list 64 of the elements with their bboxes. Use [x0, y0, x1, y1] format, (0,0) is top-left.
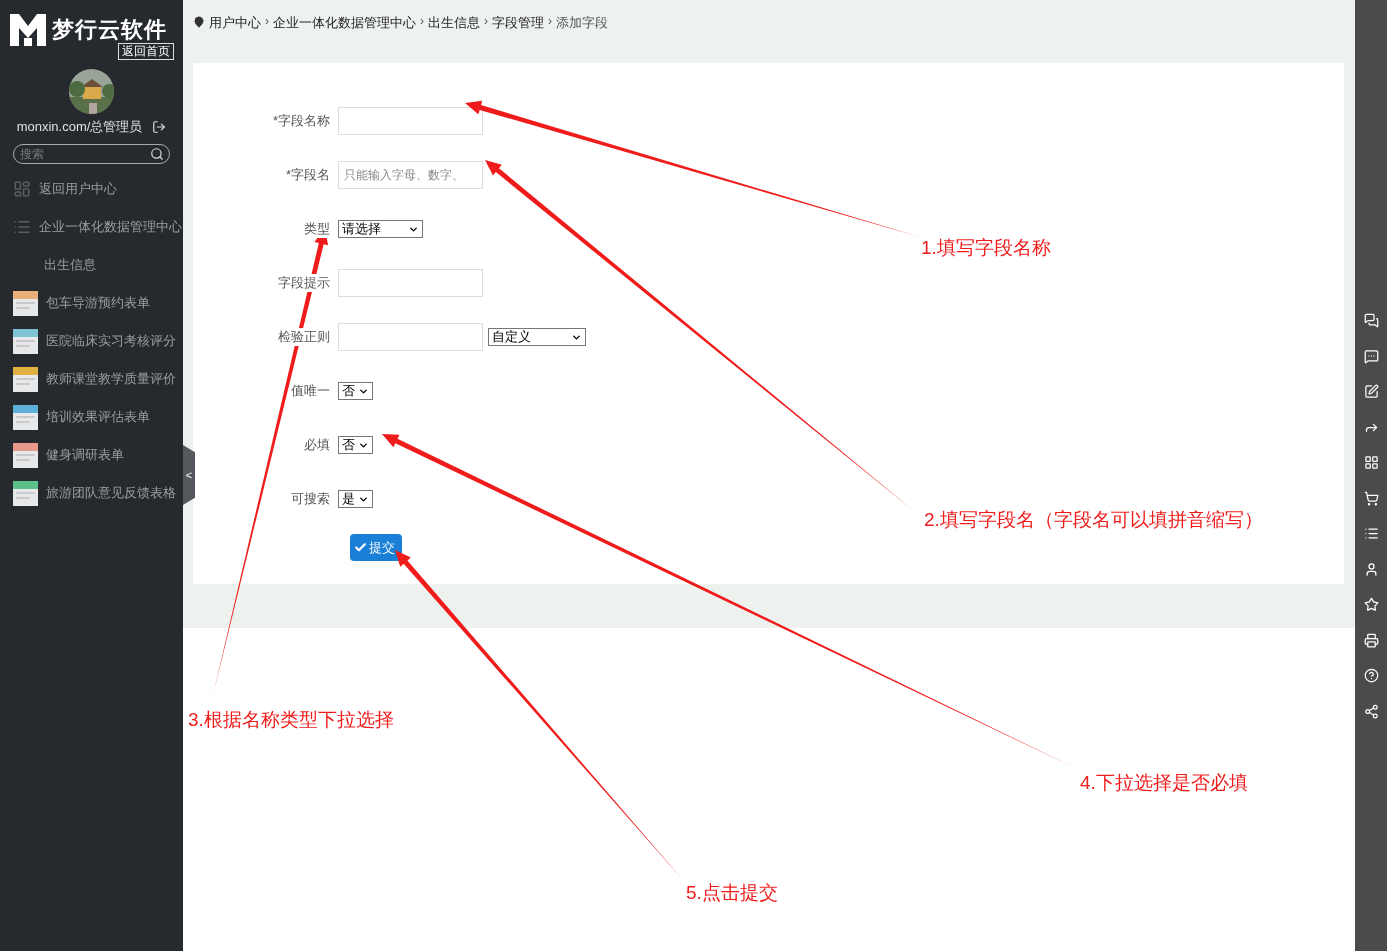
annotation-text: 3.根据名称类型下拉选择: [188, 708, 394, 732]
breadcrumb-link[interactable]: 出生信息: [428, 14, 480, 32]
sidebar-item[interactable]: 出生信息: [0, 246, 183, 284]
share-icon[interactable]: [1363, 703, 1379, 719]
annotation-text: 4.下拉选择是否必填: [1080, 771, 1248, 795]
select-field[interactable]: 否: [338, 436, 373, 454]
edit-icon[interactable]: [1363, 384, 1379, 399]
breadcrumb-separator: ›: [484, 14, 488, 28]
breadcrumb-separator: ›: [548, 14, 552, 28]
sidebar-item[interactable]: 培训效果评估表单: [0, 398, 183, 436]
collapse-toggle[interactable]: <: [183, 445, 195, 505]
comment-icon[interactable]: [1363, 348, 1379, 364]
input-field[interactable]: [338, 269, 483, 297]
cart-icon[interactable]: [1363, 490, 1379, 506]
user-icon[interactable]: [1363, 561, 1379, 577]
annotation-text: 1.填写字段名称: [921, 236, 1051, 260]
user-name: monxin.com/总管理员: [16, 118, 143, 136]
help-icon[interactable]: [1363, 668, 1379, 683]
location-icon: [193, 16, 205, 28]
qr-grid-icon[interactable]: [1363, 455, 1379, 470]
apps-icon: [13, 180, 31, 198]
breadcrumb-separator: ›: [265, 14, 269, 28]
sidebar-item[interactable]: 教师课堂教学质量评价: [0, 360, 183, 398]
check-icon: [354, 541, 367, 554]
field-label: 检验正则: [278, 328, 330, 346]
search-icon[interactable]: [150, 147, 164, 161]
logout-icon[interactable]: [152, 120, 167, 134]
sidebar-item[interactable]: 企业一体化数据管理中心: [0, 208, 183, 246]
field-label: *字段名称: [272, 112, 330, 130]
field-label: 字段提示: [278, 274, 330, 292]
annotation-text: 2.填写字段名（字段名可以填拼音缩写）: [924, 508, 1263, 532]
breadcrumb-link[interactable]: 企业一体化数据管理中心: [273, 14, 416, 32]
select-field[interactable]: 否: [338, 382, 373, 400]
input-field[interactable]: 只能输入字母、数字、: [338, 161, 483, 189]
breadcrumb-link[interactable]: 字段管理: [492, 14, 544, 32]
sidebar-item[interactable]: 返回用户中心: [0, 170, 183, 208]
select-field[interactable]: 是: [338, 490, 373, 508]
breadcrumb-link[interactable]: 添加字段: [556, 14, 608, 32]
select-field[interactable]: 自定义: [488, 328, 586, 346]
sidebar-item[interactable]: 包车导游预约表单: [0, 284, 183, 322]
input-field[interactable]: [338, 107, 483, 135]
star-icon[interactable]: [1363, 597, 1379, 612]
sidebar-item[interactable]: 旅游团队意见反馈表格: [0, 474, 183, 512]
annotation-text: 5.点击提交: [686, 881, 778, 905]
list-icon[interactable]: [1363, 526, 1379, 541]
sidebar-item[interactable]: 健身调研表单: [0, 436, 183, 474]
search-field[interactable]: 搜索: [13, 144, 170, 164]
list-icon: [13, 218, 31, 236]
logo-icon: [10, 14, 46, 46]
chat-icon[interactable]: [1363, 313, 1379, 328]
field-label: 必填: [304, 436, 330, 454]
logo-text: 梦行云软件: [52, 16, 167, 44]
sidebar-item[interactable]: 医院临床实习考核评分: [0, 322, 183, 360]
input-field[interactable]: [338, 323, 483, 351]
print-icon[interactable]: [1363, 632, 1379, 648]
breadcrumb-separator: ›: [420, 14, 424, 28]
breadcrumb-link[interactable]: 用户中心: [209, 14, 261, 32]
field-label: 可搜索: [291, 490, 330, 508]
submit-button[interactable]: 提交: [350, 534, 402, 561]
home-link[interactable]: 返回首页: [118, 43, 174, 60]
field-label: 值唯一: [291, 382, 330, 400]
select-field[interactable]: 请选择: [338, 220, 423, 238]
field-label: 类型: [304, 220, 330, 238]
field-label: *字段名: [285, 166, 330, 184]
